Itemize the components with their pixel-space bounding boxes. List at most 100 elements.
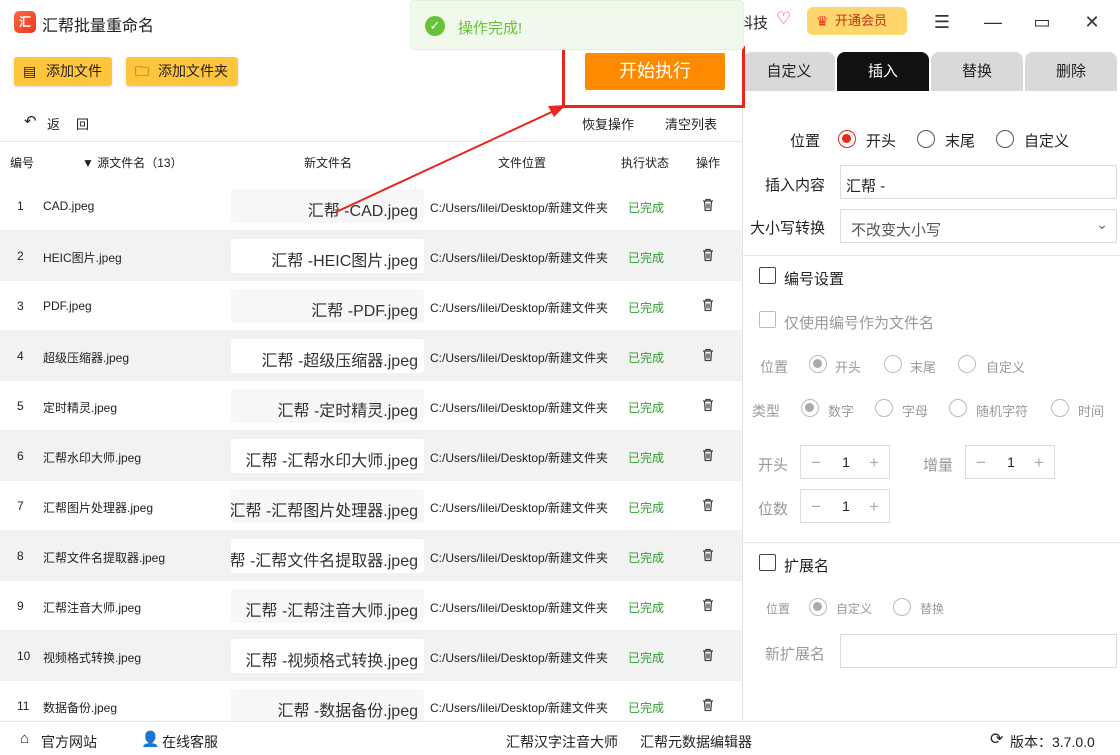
radio-ext-custom-label[interactable]: 自定义 bbox=[836, 600, 872, 617]
radio-type-letter[interactable] bbox=[875, 399, 893, 417]
service-link[interactable]: 在线客服 bbox=[162, 732, 218, 752]
home-icon[interactable]: ⌂ bbox=[20, 730, 29, 747]
plus-icon[interactable]: + bbox=[1031, 453, 1047, 473]
row-new-name-field[interactable]: 汇帮 -数据备份.jpeg bbox=[231, 689, 424, 723]
clear-list-button[interactable]: 清空列表 bbox=[665, 114, 717, 133]
trash-icon[interactable] bbox=[700, 197, 716, 213]
trash-icon[interactable] bbox=[700, 247, 716, 263]
radio-ext-custom[interactable] bbox=[809, 598, 827, 616]
only-number-label[interactable]: 仅使用编号作为文件名 bbox=[784, 312, 934, 333]
new-ext-input[interactable] bbox=[840, 634, 1117, 668]
trash-icon[interactable] bbox=[700, 297, 716, 313]
row-new-name-field[interactable]: 汇帮 -汇帮图片处理器.jpeg bbox=[231, 489, 424, 523]
minus-icon[interactable]: − bbox=[973, 453, 989, 473]
back-label[interactable]: 返 bbox=[47, 114, 60, 133]
maximize-icon[interactable]: ▭ bbox=[1028, 8, 1056, 36]
radio-type-digit[interactable] bbox=[801, 399, 819, 417]
tab-custom[interactable]: 自定义 bbox=[743, 52, 835, 91]
table-row[interactable]: 7 汇帮图片处理器.jpeg 汇帮 -汇帮图片处理器.jpeg C:/Users/li… bbox=[0, 481, 742, 531]
trash-icon[interactable] bbox=[700, 597, 716, 613]
promo-link-1[interactable]: 汇帮汉字注音大师 bbox=[506, 732, 618, 752]
only-number-checkbox[interactable] bbox=[759, 311, 776, 328]
radio-type-random[interactable] bbox=[949, 399, 967, 417]
increment-stepper[interactable]: − 1 + bbox=[965, 445, 1055, 479]
radio-pos-end-label[interactable]: 末尾 bbox=[945, 130, 975, 151]
radio-num-start[interactable] bbox=[809, 355, 827, 373]
radio-num-custom-label[interactable]: 自定义 bbox=[986, 357, 1025, 376]
row-new-name-field[interactable]: 汇帮 -PDF.jpeg bbox=[231, 289, 424, 323]
table-row[interactable]: 3 PDF.jpeg 汇帮 -PDF.jpeg C:/Users/lilei/Desk… bbox=[0, 281, 742, 331]
tab-delete[interactable]: 删除 bbox=[1025, 52, 1117, 91]
row-new-name-field[interactable]: 汇帮 -汇帮注音大师.jpeg bbox=[231, 589, 424, 623]
radio-pos-custom-label[interactable]: 自定义 bbox=[1024, 130, 1069, 151]
radio-type-letter-label[interactable]: 字母 bbox=[902, 401, 928, 420]
table-row[interactable]: 6 汇帮水印大师.jpeg 汇帮 -汇帮水印大师.jpeg C:/Users/lile… bbox=[0, 431, 742, 481]
row-new-name-field[interactable]: 汇帮 -定时精灵.jpeg bbox=[231, 389, 424, 423]
radio-pos-start[interactable] bbox=[838, 130, 856, 148]
row-new-name-field[interactable]: 汇帮 -汇帮文件名提取器.jpeg bbox=[231, 539, 424, 573]
plus-icon[interactable]: + bbox=[866, 497, 882, 517]
digits-stepper[interactable]: − 1 + bbox=[800, 489, 890, 523]
radio-ext-replace[interactable] bbox=[893, 598, 911, 616]
extension-checkbox[interactable] bbox=[759, 554, 776, 571]
start-number-stepper[interactable]: − 1 + bbox=[800, 445, 890, 479]
case-select[interactable]: 不改变大小写 ⌄ bbox=[840, 209, 1117, 243]
table-row[interactable]: 2 HEIC图片.jpeg 汇帮 -HEIC图片.jpeg C:/Users/lile… bbox=[0, 231, 742, 281]
tab-replace[interactable]: 替换 bbox=[931, 52, 1023, 91]
trash-icon[interactable] bbox=[700, 397, 716, 413]
promo-link-2[interactable]: 汇帮元数据编辑器 bbox=[640, 732, 752, 752]
back-label-2[interactable]: 回 bbox=[76, 114, 89, 133]
radio-num-end-label[interactable]: 末尾 bbox=[910, 357, 936, 376]
table-row[interactable]: 5 定时精灵.jpeg 汇帮 -定时精灵.jpeg C:/Users/lilei/De… bbox=[0, 381, 742, 431]
minus-icon[interactable]: − bbox=[808, 497, 824, 517]
trash-icon[interactable] bbox=[700, 447, 716, 463]
tab-insert[interactable]: 插入 bbox=[837, 52, 929, 91]
trash-icon[interactable] bbox=[700, 497, 716, 513]
restore-button[interactable]: 恢复操作 bbox=[582, 114, 634, 133]
radio-type-time-label[interactable]: 时间 bbox=[1078, 401, 1104, 420]
row-new-name-field[interactable]: 汇帮 -HEIC图片.jpeg bbox=[231, 239, 424, 273]
radio-ext-replace-label[interactable]: 替换 bbox=[920, 600, 944, 617]
radio-type-time[interactable] bbox=[1051, 399, 1069, 417]
table-row[interactable]: 9 汇帮注音大师.jpeg 汇帮 -汇帮注音大师.jpeg C:/Users/lile… bbox=[0, 581, 742, 631]
numbering-checkbox[interactable] bbox=[759, 267, 776, 284]
radio-pos-start-label[interactable]: 开头 bbox=[866, 130, 896, 151]
radio-type-digit-label[interactable]: 数字 bbox=[828, 401, 854, 420]
table-row[interactable]: 8 汇帮文件名提取器.jpeg 汇帮 -汇帮文件名提取器.jpeg C:/Users/… bbox=[0, 531, 742, 581]
radio-num-end[interactable] bbox=[884, 355, 902, 373]
user-icon[interactable]: 👤 bbox=[141, 730, 160, 748]
row-new-name-field[interactable]: 汇帮 -视频格式转换.jpeg bbox=[231, 639, 424, 673]
vip-button[interactable]: ♛ 开通会员 bbox=[807, 7, 907, 35]
numbering-label[interactable]: 编号设置 bbox=[784, 268, 844, 289]
minimize-icon[interactable]: — bbox=[979, 8, 1007, 36]
trash-icon[interactable] bbox=[700, 647, 716, 663]
col-src[interactable]: ▼ 源文件名（13） bbox=[82, 154, 183, 171]
refresh-icon[interactable]: ⟳ bbox=[990, 729, 1003, 749]
row-new-name-field[interactable]: 汇帮 -超级压缩器.jpeg bbox=[231, 339, 424, 373]
row-new-name: 汇帮 -视频格式转换.jpeg bbox=[245, 653, 418, 670]
trash-icon[interactable] bbox=[700, 547, 716, 563]
extension-label[interactable]: 扩展名 bbox=[784, 555, 829, 576]
plus-icon[interactable]: + bbox=[866, 453, 882, 473]
row-status: 已完成 bbox=[628, 351, 665, 365]
table-row[interactable]: 4 超级压缩器.jpeg 汇帮 -超级压缩器.jpeg C:/Users/lilei/… bbox=[0, 331, 742, 381]
add-file-button[interactable]: ▤ 添加文件 bbox=[14, 57, 112, 86]
radio-num-custom[interactable] bbox=[958, 355, 976, 373]
radio-pos-end[interactable] bbox=[917, 130, 935, 148]
trash-icon[interactable] bbox=[700, 697, 716, 713]
trash-icon[interactable] bbox=[700, 347, 716, 363]
row-new-name-field[interactable]: 汇帮 -汇帮水印大师.jpeg bbox=[231, 439, 424, 473]
radio-num-start-label[interactable]: 开头 bbox=[835, 357, 861, 376]
insert-content-input[interactable]: 汇帮 - bbox=[840, 165, 1117, 199]
radio-pos-custom[interactable] bbox=[996, 130, 1014, 148]
undo-icon[interactable]: ↶ bbox=[24, 112, 37, 130]
menu-icon[interactable]: ☰ bbox=[928, 8, 956, 36]
radio-type-random-label[interactable]: 随机字符 bbox=[976, 401, 1028, 420]
add-folder-button[interactable]: 🗀 添加文件夹 bbox=[126, 57, 238, 86]
minus-icon[interactable]: − bbox=[808, 453, 824, 473]
close-icon[interactable]: ✕ bbox=[1078, 8, 1106, 36]
website-link[interactable]: 官方网站 bbox=[41, 732, 97, 752]
table-row[interactable]: 10 视频格式转换.jpeg 汇帮 -视频格式转换.jpeg C:/Users/lil… bbox=[0, 631, 742, 681]
table-row[interactable]: 1 CAD.jpeg 汇帮 -CAD.jpeg C:/Users/lilei/Desk… bbox=[0, 181, 742, 231]
row-new-name-field[interactable]: 汇帮 -CAD.jpeg bbox=[231, 189, 424, 223]
